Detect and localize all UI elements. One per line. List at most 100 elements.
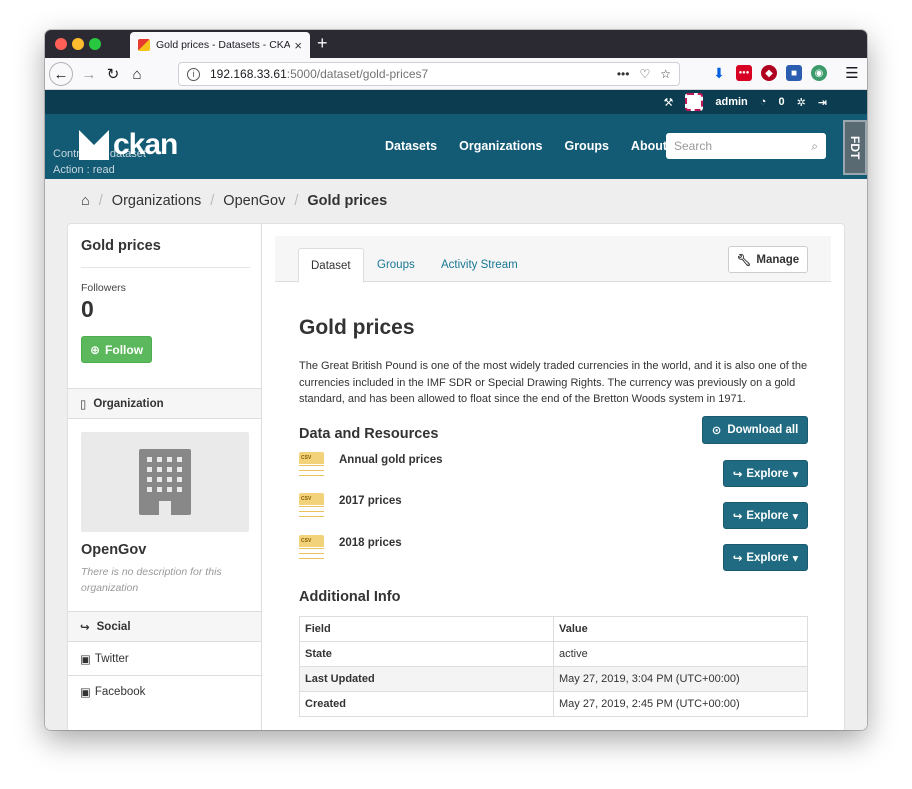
facebook-label: Facebook — [94, 686, 146, 698]
tab-title: Gold prices - Datasets - CKAN — [156, 39, 291, 51]
follow-button[interactable]: ⊕ Follow — [81, 336, 152, 363]
reload-button[interactable]: ↻ — [101, 62, 125, 86]
site-search-input[interactable]: Search ⌕ — [666, 133, 826, 159]
nav-groups[interactable]: Groups — [564, 139, 608, 153]
dashboard-count[interactable]: 0 — [778, 96, 785, 108]
nav-datasets[interactable]: Datasets — [385, 139, 437, 153]
new-tab-button[interactable]: + — [317, 33, 328, 54]
building-icon: ▯ — [80, 398, 87, 411]
table-row: Created May 27, 2019, 2:45 PM (UTC+00:00… — [299, 691, 808, 717]
dataset-tabs: Dataset Groups Activity Stream 🔧︎ Manage — [275, 236, 831, 283]
tab-activity-stream[interactable]: Activity Stream — [429, 248, 530, 282]
breadcrumb-opengov[interactable]: OpenGov — [223, 193, 285, 209]
resources-heading: Data and Resources — [299, 426, 439, 442]
share-arrow-icon: ↪ — [732, 552, 743, 565]
sidebar-dataset-title: Gold prices — [81, 238, 161, 254]
caret-down-icon: ▾ — [792, 552, 799, 565]
ublock-icon[interactable]: ◆ — [761, 65, 777, 81]
close-window-button[interactable] — [55, 38, 67, 50]
explore-button[interactable]: ↪ Explore ▾ — [723, 544, 808, 571]
explore-button[interactable]: ↪ Explore ▾ — [723, 460, 808, 487]
twitter-link[interactable]: ▣ Twitter — [80, 652, 129, 666]
manage-label: Manage — [756, 253, 800, 266]
organization-image[interactable] — [81, 432, 249, 532]
table-cell-field: Last Updated — [299, 666, 554, 692]
resource-item: CSV 2018 prices ↪ Explore ▾ — [299, 535, 809, 571]
site-info-icon[interactable]: i — [187, 67, 200, 81]
csv-file-icon: CSV — [299, 493, 324, 521]
maximize-window-button[interactable] — [89, 38, 101, 50]
social-heading: ↪ Social — [68, 611, 261, 642]
username-link[interactable]: admin — [715, 96, 747, 108]
download-all-label: Download all — [727, 424, 799, 436]
nav-about[interactable]: About — [631, 139, 667, 153]
csv-file-icon: CSV — [299, 452, 324, 480]
organization-heading: ▯ Organization — [68, 388, 261, 419]
browser-window: Gold prices - Datasets - CKAN × + ← → ↻ … — [45, 30, 867, 730]
breadcrumb-separator: / — [294, 193, 299, 209]
home-icon[interactable]: ⌂ — [81, 193, 90, 209]
tab-groups[interactable]: Groups — [365, 248, 427, 282]
table-cell-field: Created — [299, 691, 554, 717]
address-bar[interactable]: i 192.168.33.61:5000/dataset/gold-prices… — [178, 62, 680, 86]
debug-action: Action : read — [53, 164, 115, 176]
dataset-title: Gold prices — [299, 316, 415, 339]
building-placeholder-icon — [139, 449, 191, 515]
avatar[interactable] — [685, 93, 704, 111]
search-placeholder: Search — [674, 139, 713, 153]
extension-1-icon[interactable]: ●●● — [736, 65, 752, 81]
table-header-row: Field Value — [299, 616, 808, 642]
explore-label: Explore — [746, 467, 789, 480]
extension-4-icon[interactable]: ◉ — [811, 65, 827, 81]
download-circle-icon: ⊙ — [711, 425, 722, 437]
minimize-window-button[interactable] — [72, 38, 84, 50]
resource-item: CSV 2017 prices ↪ Explore ▾ — [299, 493, 809, 529]
explore-label: Explore — [746, 551, 789, 564]
follow-label: Follow — [105, 342, 144, 357]
share-arrow-icon: ↪ — [732, 510, 743, 523]
download-icon[interactable]: ⬇ — [711, 65, 727, 81]
breadcrumb: ⌂ / Organizations / OpenGov / Gold price… — [81, 193, 387, 209]
divider — [68, 675, 261, 676]
debug-toolbar-badge[interactable]: FDT — [843, 120, 867, 175]
resource-name[interactable]: Annual gold prices — [339, 454, 443, 466]
back-button[interactable]: ← — [49, 62, 73, 86]
logout-icon[interactable]: ⇥ — [818, 96, 827, 109]
manage-button[interactable]: 🔧︎ Manage — [728, 246, 808, 273]
bookmark-star-icon[interactable]: ☆ — [660, 67, 671, 81]
sysadmin-icon[interactable]: ⚒ — [664, 96, 674, 109]
facebook-icon: ▣ — [80, 687, 91, 699]
account-bar: ⚒ admin ◔ 0 ✲ ⇥ — [45, 90, 867, 114]
breadcrumb-separator: / — [210, 193, 215, 209]
breadcrumb-current[interactable]: Gold prices — [307, 193, 387, 209]
table-cell-value: May 27, 2019, 2:45 PM (UTC+00:00) — [553, 691, 808, 717]
forward-button[interactable]: → — [77, 62, 101, 86]
organization-name[interactable]: OpenGov — [81, 542, 146, 558]
table-cell-field: State — [299, 641, 554, 667]
home-button[interactable]: ⌂ — [125, 62, 149, 86]
settings-gear-icon[interactable]: ✲ — [797, 96, 806, 109]
tab-bar: Gold prices - Datasets - CKAN × + — [45, 30, 867, 58]
column-header-field: Field — [299, 616, 554, 642]
extension-3-icon[interactable]: ■ — [786, 65, 802, 81]
resource-name[interactable]: 2017 prices — [339, 495, 402, 507]
tab-dataset[interactable]: Dataset — [298, 248, 364, 283]
resource-name[interactable]: 2018 prices — [339, 537, 402, 549]
twitter-label: Twitter — [94, 653, 129, 665]
facebook-link[interactable]: ▣ Facebook — [80, 685, 145, 699]
dashboard-icon[interactable]: ◔ — [760, 96, 767, 108]
pocket-icon[interactable]: ♡ — [639, 67, 650, 81]
page-actions-icon[interactable]: ••• — [617, 67, 630, 81]
browser-toolbar: ← → ↻ ⌂ i 192.168.33.61:5000/dataset/gol… — [45, 58, 867, 90]
download-all-button[interactable]: ⊙ Download all — [702, 416, 808, 444]
url-actions: ••• ♡ ☆ — [617, 67, 671, 81]
nav-organizations[interactable]: Organizations — [459, 139, 542, 153]
tab-close-icon[interactable]: × — [294, 38, 302, 53]
browser-tab[interactable]: Gold prices - Datasets - CKAN × — [130, 32, 310, 58]
search-icon[interactable]: ⌕ — [811, 139, 818, 154]
url-path: :5000/dataset/gold-prices7 — [286, 67, 429, 81]
hamburger-menu-icon[interactable]: ☰ — [844, 65, 860, 82]
breadcrumb-organizations[interactable]: Organizations — [112, 193, 201, 209]
explore-button[interactable]: ↪ Explore ▾ — [723, 502, 808, 529]
explore-label: Explore — [746, 509, 789, 522]
